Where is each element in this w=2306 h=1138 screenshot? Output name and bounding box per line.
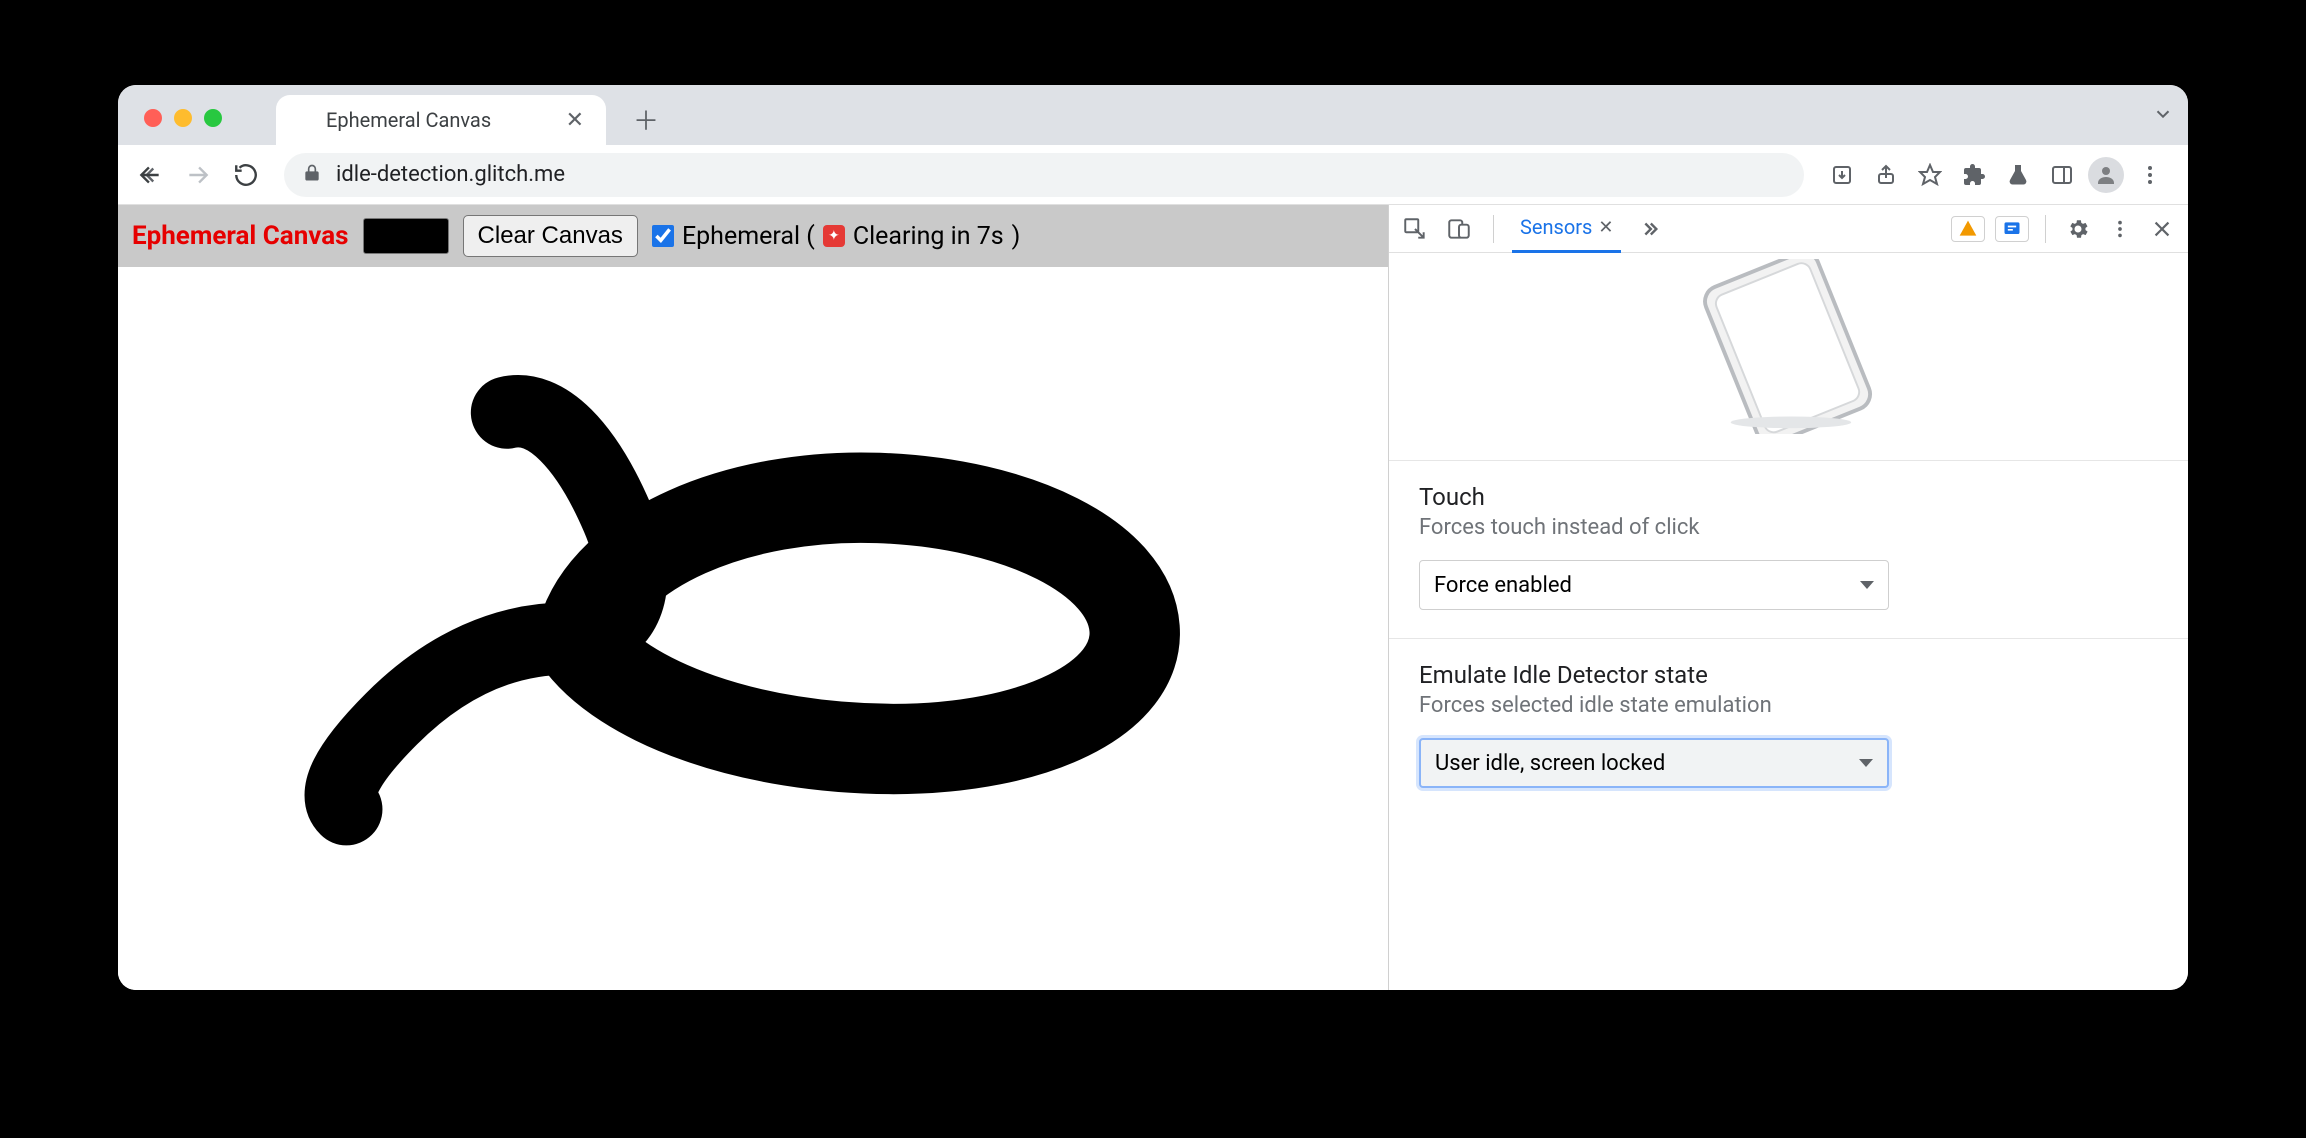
ephemeral-checkbox[interactable] <box>652 225 674 247</box>
toolbar-actions <box>1822 155 2176 195</box>
devtools-close-icon[interactable] <box>2146 213 2178 245</box>
tab-search-button[interactable] <box>2152 103 2174 131</box>
window-maximize-button[interactable] <box>204 109 222 127</box>
idle-title: Emulate Idle Detector state <box>1419 661 2158 689</box>
url-text: idle-detection.glitch.me <box>336 162 565 187</box>
devtools-tabbar: Sensors ✕ <box>1389 205 2188 253</box>
touch-select-value: Force enabled <box>1434 573 1572 598</box>
page-viewport: Ephemeral Canvas Clear Canvas Ephemeral … <box>118 205 1388 990</box>
idle-section: Emulate Idle Detector state Forces selec… <box>1389 638 2188 816</box>
share-icon[interactable] <box>1866 155 1906 195</box>
window-minimize-button[interactable] <box>174 109 192 127</box>
issues-warning-badge[interactable] <box>1951 216 1985 242</box>
ephemeral-label-suffix: ) <box>1012 222 1021 251</box>
tab-title: Ephemeral Canvas <box>326 108 560 132</box>
chevron-down-icon <box>1860 581 1874 589</box>
chevron-down-icon <box>1859 759 1873 767</box>
devtools-settings-icon[interactable] <box>2062 213 2094 245</box>
tab-favicon <box>292 109 314 131</box>
touch-subtitle: Forces touch instead of click <box>1419 515 2158 540</box>
ephemeral-countdown: Clearing in 7s <box>853 222 1004 251</box>
bookmark-star-icon[interactable] <box>1910 155 1950 195</box>
devtools-panel: Sensors ✕ <box>1388 205 2188 990</box>
close-tab-icon[interactable]: ✕ <box>1598 217 1613 238</box>
ephemeral-toggle[interactable]: Ephemeral ( ✦ Clearing in 7s ) <box>652 222 1020 251</box>
window-close-button[interactable] <box>144 109 162 127</box>
devtools-tab-sensors[interactable]: Sensors ✕ <box>1512 205 1621 253</box>
address-bar[interactable]: idle-detection.glitch.me <box>284 153 1804 197</box>
content-area: Ephemeral Canvas Clear Canvas Ephemeral … <box>118 205 2188 990</box>
tab-close-button[interactable]: ✕ <box>560 108 590 133</box>
touch-title: Touch <box>1419 483 2158 511</box>
extensions-icon[interactable] <box>1954 155 1994 195</box>
idle-select-value: User idle, screen locked <box>1435 751 1665 776</box>
install-app-icon[interactable] <box>1822 155 1862 195</box>
lock-icon <box>302 163 322 187</box>
page-title: Ephemeral Canvas <box>132 221 349 251</box>
devtools-body: Touch Forces touch instead of click Forc… <box>1389 253 2188 990</box>
back-button[interactable] <box>130 155 170 195</box>
browser-tab[interactable]: Ephemeral Canvas ✕ <box>276 95 606 145</box>
browser-toolbar: idle-detection.glitch.me <box>118 145 2188 205</box>
device-toolbar-icon[interactable] <box>1443 213 1475 245</box>
drawing-canvas[interactable] <box>118 267 1388 990</box>
app-toolbar: Ephemeral Canvas Clear Canvas Ephemeral … <box>118 205 1388 267</box>
orientation-preview <box>1389 253 2188 460</box>
browser-window: Ephemeral Canvas ✕ ＋ idle-detection.glit… <box>118 85 2188 990</box>
ephemeral-label-prefix: Ephemeral ( <box>682 222 815 251</box>
inspect-element-icon[interactable] <box>1399 213 1431 245</box>
side-panel-icon[interactable] <box>2042 155 2082 195</box>
forward-button[interactable] <box>178 155 218 195</box>
new-tab-button[interactable]: ＋ <box>626 99 666 139</box>
idle-select[interactable]: User idle, screen locked <box>1419 738 1889 788</box>
color-picker[interactable] <box>363 218 449 254</box>
touch-section: Touch Forces touch instead of click Forc… <box>1389 460 2188 638</box>
labs-icon[interactable] <box>1998 155 2038 195</box>
clear-canvas-button[interactable]: Clear Canvas <box>463 215 638 257</box>
alarm-icon: ✦ <box>823 225 845 247</box>
window-controls <box>132 109 236 145</box>
reload-button[interactable] <box>226 155 266 195</box>
issues-info-badge[interactable] <box>1995 216 2029 242</box>
tab-strip: Ephemeral Canvas ✕ ＋ <box>118 85 2188 145</box>
more-tabs-icon[interactable] <box>1633 213 1665 245</box>
profile-button[interactable] <box>2086 155 2126 195</box>
menu-button[interactable] <box>2130 155 2170 195</box>
devtools-more-icon[interactable] <box>2104 213 2136 245</box>
touch-select[interactable]: Force enabled <box>1419 560 1889 610</box>
devtools-tab-label: Sensors <box>1520 215 1592 239</box>
idle-subtitle: Forces selected idle state emulation <box>1419 693 2158 718</box>
